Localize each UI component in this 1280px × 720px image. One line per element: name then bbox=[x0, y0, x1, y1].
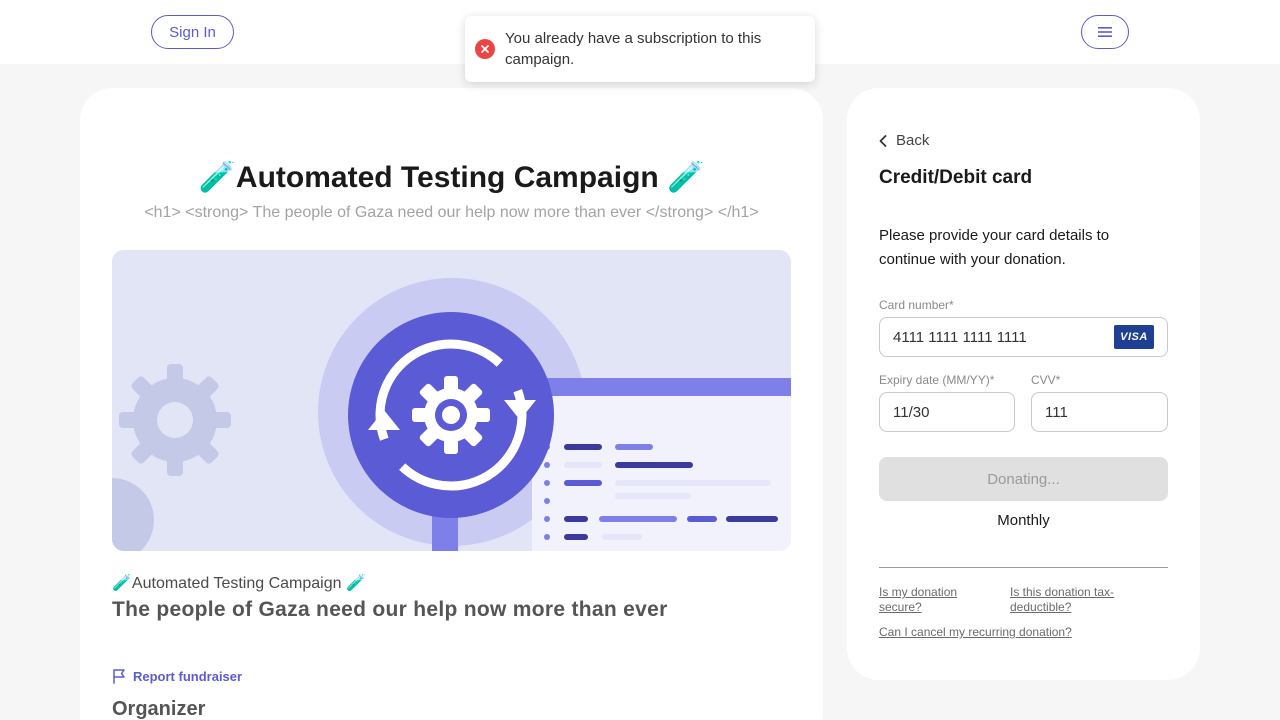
card-number-label: Card number* bbox=[879, 298, 954, 312]
campaign-title: 🧪Automated Testing Campaign 🧪 bbox=[198, 161, 705, 194]
card-number-value: 4111 1111 1111 1111 bbox=[893, 328, 1027, 346]
error-toast: You already have a subscription to this … bbox=[465, 16, 815, 82]
cvv-value: 111 bbox=[1045, 403, 1068, 421]
faq-link-tax-deductible[interactable]: Is this donation tax-deductible? bbox=[1010, 585, 1150, 615]
visa-card-icon: VISA bbox=[1114, 325, 1154, 349]
divider bbox=[879, 567, 1168, 568]
cvv-field[interactable]: 111 bbox=[1031, 392, 1168, 432]
faq-link-cancel-recurring[interactable]: Can I cancel my recurring donation? bbox=[879, 625, 1139, 640]
back-button[interactable]: Back bbox=[879, 132, 929, 149]
faq-link-secure[interactable]: Is my donation secure? bbox=[879, 585, 989, 615]
campaign-card: 🧪Automated Testing Campaign 🧪 <h1> <stro… bbox=[80, 88, 823, 720]
back-label: Back bbox=[896, 132, 930, 149]
expiry-date-value: 11/30 bbox=[893, 403, 930, 421]
card-number-field[interactable]: 4111 1111 1111 1111 VISA bbox=[879, 317, 1168, 357]
expiry-date-label: Expiry date (MM/YY)* bbox=[879, 373, 995, 387]
toast-message: You already have a subscription to this … bbox=[505, 30, 762, 68]
menu-button[interactable] bbox=[1081, 15, 1129, 49]
expiry-date-field[interactable]: 11/30 bbox=[879, 392, 1015, 432]
campaign-subtitle: <h1> <strong> The people of Gaza need ou… bbox=[144, 204, 759, 221]
campaign-small-title: 🧪Automated Testing Campaign 🧪 bbox=[112, 575, 366, 592]
hamburger-menu-icon bbox=[1098, 27, 1112, 37]
campaign-headline: The people of Gaza need our help now mor… bbox=[112, 598, 668, 621]
payment-method-title: Credit/Debit card bbox=[879, 167, 1033, 188]
chevron-left-icon bbox=[879, 134, 887, 147]
cvv-label: CVV* bbox=[1031, 373, 1061, 387]
organizer-heading: Organizer bbox=[112, 698, 206, 720]
report-fundraiser-label: Report fundraiser bbox=[133, 668, 243, 684]
report-fundraiser-link[interactable]: Report fundraiser bbox=[112, 668, 242, 684]
flag-icon bbox=[113, 669, 125, 684]
donation-frequency: Monthly bbox=[997, 512, 1050, 529]
payment-description: Please provide your card details to cont… bbox=[879, 227, 1110, 268]
sign-in-button[interactable]: Sign In bbox=[151, 15, 234, 49]
error-x-icon bbox=[475, 39, 495, 59]
payment-card: Back Credit/Debit card Please provide yo… bbox=[847, 88, 1200, 680]
campaign-hero-illustration bbox=[112, 250, 791, 551]
donate-button[interactable]: Donating... bbox=[879, 457, 1168, 501]
